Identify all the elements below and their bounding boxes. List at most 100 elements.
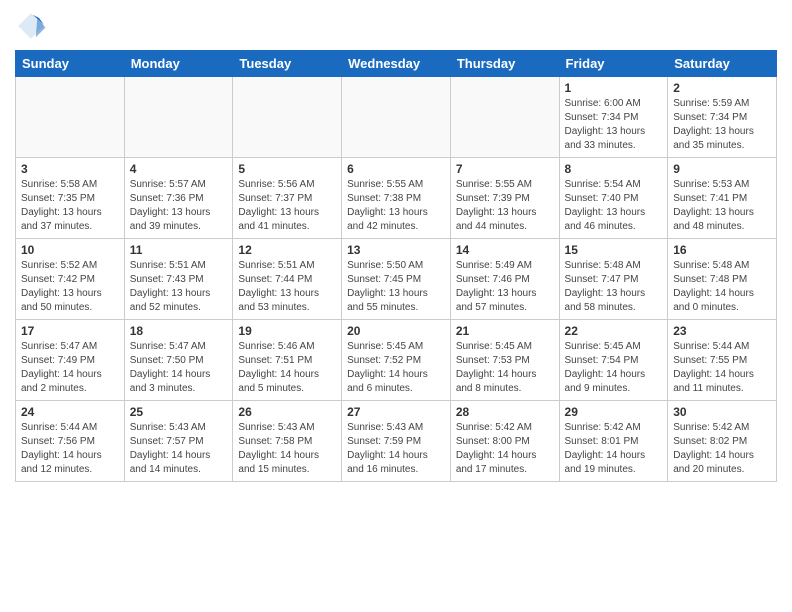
calendar-week-2: 3 Sunrise: 5:58 AM Sunset: 7:35 PM Daylig… [16,158,777,239]
day-info: Sunrise: 5:53 AM Sunset: 7:41 PM Dayligh… [673,178,771,234]
day-info: Sunrise: 5:59 AM Sunset: 7:34 PM Dayligh… [673,97,771,153]
calendar-cell [342,77,451,158]
page-container: SundayMondayTuesdayWednesdayThursdayFrid… [0,0,792,492]
day-number: 15 [565,243,663,257]
day-info: Sunrise: 5:52 AM Sunset: 7:42 PM Dayligh… [21,259,119,315]
calendar-cell: 7 Sunrise: 5:55 AM Sunset: 7:39 PM Daylig… [450,158,559,239]
page-header [15,10,777,42]
calendar-cell: 11 Sunrise: 5:51 AM Sunset: 7:43 PM Dayli… [124,239,233,320]
day-number: 23 [673,324,771,338]
day-info: Sunrise: 5:55 AM Sunset: 7:38 PM Dayligh… [347,178,445,234]
calendar-cell: 5Sunrise: 5:56 AM Sunset: 7:37 PM Daylig… [233,158,342,239]
day-header-friday: Friday [559,51,668,77]
calendar-cell: 22 Sunrise: 5:45 AM Sunset: 7:54 PM Dayli… [559,320,668,401]
calendar-week-3: 10 Sunrise: 5:52 AM Sunset: 7:42 PM Dayli… [16,239,777,320]
day-header-sunday: Sunday [16,51,125,77]
day-number: 30 [673,405,771,419]
calendar-cell: 18 Sunrise: 5:47 AM Sunset: 7:50 PM Dayli… [124,320,233,401]
calendar-cell: 20 Sunrise: 5:45 AM Sunset: 7:52 PM Dayli… [342,320,451,401]
day-info: Sunrise: 5:43 AM Sunset: 7:59 PM Dayligh… [347,421,445,477]
calendar-cell: 27 Sunrise: 5:43 AM Sunset: 7:59 PM Dayli… [342,401,451,482]
calendar-cell: 26Sunrise: 5:43 AM Sunset: 7:58 PM Dayli… [233,401,342,482]
calendar-cell: 10 Sunrise: 5:52 AM Sunset: 7:42 PM Dayli… [16,239,125,320]
calendar-cell: 8Sunrise: 5:54 AM Sunset: 7:40 PM Daylig… [559,158,668,239]
day-header-thursday: Thursday [450,51,559,77]
day-info: Sunrise: 6:00 AM Sunset: 7:34 PM Dayligh… [565,97,663,153]
day-number: 27 [347,405,445,419]
day-info: Sunrise: 5:42 AM Sunset: 8:00 PM Dayligh… [456,421,554,477]
calendar-cell: 24 Sunrise: 5:44 AM Sunset: 7:56 PM Dayli… [16,401,125,482]
day-info: Sunrise: 5:56 AM Sunset: 7:37 PM Dayligh… [238,178,336,234]
day-info: Sunrise: 5:48 AM Sunset: 7:48 PM Dayligh… [673,259,771,315]
calendar-cell: 23 Sunrise: 5:44 AM Sunset: 7:55 PM Dayli… [668,320,777,401]
calendar-cell: 9 Sunrise: 5:53 AM Sunset: 7:41 PM Daylig… [668,158,777,239]
calendar-cell [450,77,559,158]
day-header-saturday: Saturday [668,51,777,77]
day-number: 8 [565,162,663,176]
day-info: Sunrise: 5:58 AM Sunset: 7:35 PM Dayligh… [21,178,119,234]
day-number: 26 [238,405,336,419]
calendar-cell: 19 Sunrise: 5:46 AM Sunset: 7:51 PM Dayli… [233,320,342,401]
day-info: Sunrise: 5:45 AM Sunset: 7:52 PM Dayligh… [347,340,445,396]
calendar-cell [233,77,342,158]
day-info: Sunrise: 5:44 AM Sunset: 7:55 PM Dayligh… [673,340,771,396]
day-info: Sunrise: 5:49 AM Sunset: 7:46 PM Dayligh… [456,259,554,315]
day-info: Sunrise: 5:48 AM Sunset: 7:47 PM Dayligh… [565,259,663,315]
calendar-cell: 12 Sunrise: 5:51 AM Sunset: 7:44 PM Dayli… [233,239,342,320]
day-info: Sunrise: 5:47 AM Sunset: 7:50 PM Dayligh… [130,340,228,396]
day-info: Sunrise: 5:57 AM Sunset: 7:36 PM Dayligh… [130,178,228,234]
day-header-monday: Monday [124,51,233,77]
calendar-cell: 25Sunrise: 5:43 AM Sunset: 7:57 PM Dayli… [124,401,233,482]
logo-icon [15,10,47,42]
day-number: 28 [456,405,554,419]
day-number: 1 [565,81,663,95]
day-number: 22 [565,324,663,338]
day-number: 25 [130,405,228,419]
day-number: 9 [673,162,771,176]
day-number: 18 [130,324,228,338]
logo [15,10,51,42]
calendar-cell: 3 Sunrise: 5:58 AM Sunset: 7:35 PM Daylig… [16,158,125,239]
day-number: 17 [21,324,119,338]
day-number: 4 [130,162,228,176]
calendar-cell: 29 Sunrise: 5:42 AM Sunset: 8:01 PM Dayli… [559,401,668,482]
day-info: Sunrise: 5:45 AM Sunset: 7:54 PM Dayligh… [565,340,663,396]
calendar-cell: 16 Sunrise: 5:48 AM Sunset: 7:48 PM Dayli… [668,239,777,320]
calendar-header-row: SundayMondayTuesdayWednesdayThursdayFrid… [16,51,777,77]
day-info: Sunrise: 5:51 AM Sunset: 7:43 PM Dayligh… [130,259,228,315]
day-number: 14 [456,243,554,257]
day-number: 10 [21,243,119,257]
day-info: Sunrise: 5:55 AM Sunset: 7:39 PM Dayligh… [456,178,554,234]
calendar-cell: 1 Sunrise: 6:00 AM Sunset: 7:34 PM Daylig… [559,77,668,158]
calendar-week-1: 1 Sunrise: 6:00 AM Sunset: 7:34 PM Daylig… [16,77,777,158]
day-number: 12 [238,243,336,257]
day-number: 7 [456,162,554,176]
calendar-cell: 21 Sunrise: 5:45 AM Sunset: 7:53 PM Dayli… [450,320,559,401]
day-number: 29 [565,405,663,419]
calendar-cell: 2 Sunrise: 5:59 AM Sunset: 7:34 PM Daylig… [668,77,777,158]
day-number: 24 [21,405,119,419]
day-header-wednesday: Wednesday [342,51,451,77]
calendar-cell: 17 Sunrise: 5:47 AM Sunset: 7:49 PM Dayli… [16,320,125,401]
day-info: Sunrise: 5:42 AM Sunset: 8:01 PM Dayligh… [565,421,663,477]
day-number: 11 [130,243,228,257]
calendar-cell [16,77,125,158]
day-number: 2 [673,81,771,95]
calendar-week-4: 17 Sunrise: 5:47 AM Sunset: 7:49 PM Dayli… [16,320,777,401]
day-number: 6 [347,162,445,176]
day-number: 19 [238,324,336,338]
day-header-tuesday: Tuesday [233,51,342,77]
calendar-cell: 4 Sunrise: 5:57 AM Sunset: 7:36 PM Daylig… [124,158,233,239]
day-number: 20 [347,324,445,338]
day-info: Sunrise: 5:46 AM Sunset: 7:51 PM Dayligh… [238,340,336,396]
day-info: Sunrise: 5:50 AM Sunset: 7:45 PM Dayligh… [347,259,445,315]
calendar-cell [124,77,233,158]
day-info: Sunrise: 5:51 AM Sunset: 7:44 PM Dayligh… [238,259,336,315]
day-info: Sunrise: 5:45 AM Sunset: 7:53 PM Dayligh… [456,340,554,396]
day-number: 21 [456,324,554,338]
day-info: Sunrise: 5:44 AM Sunset: 7:56 PM Dayligh… [21,421,119,477]
day-info: Sunrise: 5:47 AM Sunset: 7:49 PM Dayligh… [21,340,119,396]
calendar-cell: 30Sunrise: 5:42 AM Sunset: 8:02 PM Dayli… [668,401,777,482]
day-number: 3 [21,162,119,176]
day-number: 16 [673,243,771,257]
